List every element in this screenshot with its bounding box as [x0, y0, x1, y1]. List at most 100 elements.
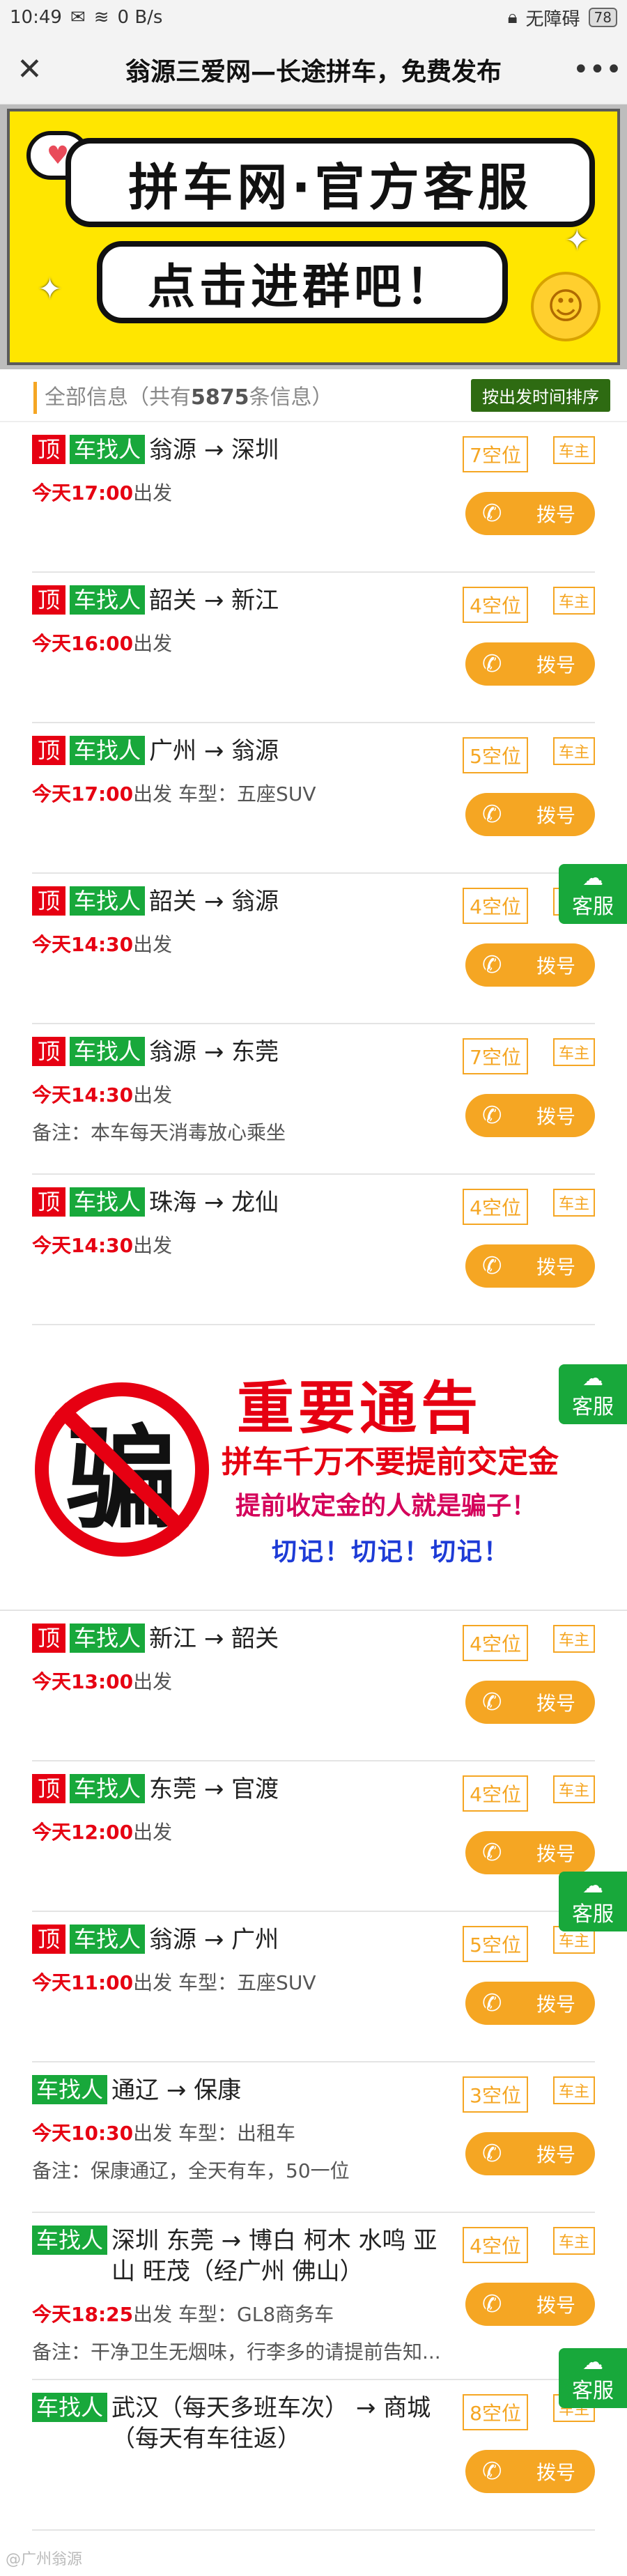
service-label: 客服: [572, 1902, 614, 1927]
dial-button[interactable]: ✆ 拨号: [465, 642, 595, 686]
ride-item[interactable]: 顶车找人 东莞 → 官渡 今天12:00出发 4空位 车主 ✆ 拨号: [32, 1761, 595, 1912]
phone-icon: ✆: [482, 1688, 502, 1716]
depart-time: 今天17:00: [32, 782, 134, 805]
top-badge: 顶: [32, 1925, 66, 1954]
sort-by-time-button[interactable]: 按出发时间排序: [471, 378, 610, 412]
depart-time: 今天12:00: [32, 1821, 134, 1844]
summary-suffix: 条信息）: [249, 385, 333, 410]
depart-suffix: 出发: [133, 782, 173, 805]
accessibility-label: 无障碍: [525, 8, 580, 30]
phone-icon: ✆: [482, 1252, 502, 1280]
dial-button[interactable]: ✆ 拨号: [465, 2283, 595, 2326]
route: 翁源 → 广州: [149, 1926, 279, 1954]
join-group-banner[interactable]: ♥ 拼车网·官方客服 点击进群吧！ ✦ ✦ ☺: [7, 109, 620, 365]
dial-button[interactable]: ✆ 拨号: [465, 2132, 595, 2175]
dial-button[interactable]: ✆ 拨号: [465, 1244, 595, 1288]
warning-title: 重要通告: [237, 1375, 483, 1442]
watermark: @广州翁源: [6, 2551, 83, 2568]
summary-text: 全部信息（共有5875条信息）: [45, 380, 333, 410]
wechat-icon: ☁: [582, 1366, 603, 1391]
ride-type-badge: 车找人: [70, 886, 146, 916]
service-label: 客服: [572, 1395, 614, 1419]
dial-label: 拨号: [536, 2294, 575, 2317]
ride-item[interactable]: 顶车找人 翁源 → 东莞 今天14:30出发 备注：本车每天消毒放心乘坐 7空位 车主 ✆ 拨…: [32, 1024, 595, 1175]
ride-item[interactable]: 顶车找人 广州 → 翁源 今天17:00出发 车型：五座SUV 5空位 车主 ✆ 拨号: [32, 723, 595, 874]
banner-top-text: 拼车网·官方客服: [65, 138, 595, 227]
owner-badge: 车主: [552, 1775, 595, 1803]
vehicle-type: 车型：五座SUV: [172, 1971, 316, 1994]
phone-icon: ✆: [482, 2458, 502, 2485]
route: 广州 → 翁源: [149, 737, 279, 765]
depart-suffix: 出发: [133, 1971, 173, 1994]
phone-icon: ✆: [482, 1989, 502, 2017]
status-bar: 10:49 ✉ ≋ 0 B/s 🔒︎ 无障碍 78: [0, 0, 627, 35]
ride-item[interactable]: 顶车找人 翁源 → 深圳 今天17:00出发 7空位 车主 ✆ 拨号: [32, 422, 595, 573]
route: 通辽 → 保康: [111, 2076, 242, 2104]
phone-icon: ✆: [482, 1102, 502, 1129]
phone-icon: ✆: [482, 1839, 502, 1867]
service-label: 客服: [572, 2379, 614, 2403]
lock-icon: 🔒︎: [507, 6, 518, 28]
ride-item[interactable]: 顶车找人 珠海 → 龙仙 今天14:30出发 4空位 车主 ✆ 拨号: [32, 1175, 595, 1325]
net-speed: 0 B/s: [117, 7, 163, 28]
dial-label: 拨号: [536, 1256, 575, 1279]
wechat-icon: ☁: [582, 1874, 603, 1898]
top-badge: 顶: [32, 585, 66, 615]
ride-item[interactable]: 车找人 深圳 东莞 → 博白 柯木 水鸣 亚山 旺茂（经广州 佛山） 今天18:25…: [32, 2213, 595, 2380]
status-left: 10:49 ✉ ≋ 0 B/s: [10, 7, 162, 28]
route: 翁源 → 东莞: [149, 1038, 279, 1066]
top-badge: 顶: [32, 1187, 66, 1217]
dial-label: 拨号: [536, 654, 575, 677]
dial-label: 拨号: [536, 1692, 575, 1715]
route: 新江 → 韶关: [149, 1625, 279, 1653]
banner-bottom-text: 点击进群吧！: [97, 241, 508, 323]
route: 深圳 东莞 → 博白 柯木 水鸣 亚山 旺茂（经广州 佛山）: [111, 2227, 438, 2285]
top-badge: 顶: [32, 435, 66, 464]
ride-type-badge: 车找人: [70, 1037, 146, 1066]
dial-button[interactable]: ✆ 拨号: [465, 793, 595, 836]
customer-service-button[interactable]: ☁ 客服: [559, 1872, 627, 1931]
depart-time: 今天14:30: [32, 1234, 134, 1257]
dial-button[interactable]: ✆ 拨号: [465, 1681, 595, 1724]
ride-item[interactable]: 顶车找人 韶关 → 新江 今天16:00出发 4空位 车主 ✆ 拨号: [32, 573, 595, 723]
dial-button[interactable]: ✆ 拨号: [465, 1831, 595, 1874]
customer-service-button[interactable]: ☁ 客服: [559, 2348, 627, 2408]
summary-prefix: 全部信息（共有: [45, 385, 191, 410]
dial-button[interactable]: ✆ 拨号: [465, 943, 595, 987]
ride-item[interactable]: 顶车找人韶关 → 翁源今天14:30出发4空位车主✆拨号: [32, 874, 595, 1024]
vehicle-type: 车型：GL8商务车: [172, 2303, 334, 2326]
customer-service-button[interactable]: ☁ 客服: [559, 864, 627, 924]
wechat-icon: ☁: [582, 866, 603, 890]
dial-button[interactable]: ✆ 拨号: [465, 1094, 595, 1137]
nav-bar: ✕ 翁源三爱网—长途拼车，免费发布 •••: [0, 35, 627, 105]
phone-icon: ✆: [482, 2290, 502, 2318]
ride-item[interactable]: 车找人 通辽 → 保康 今天10:30出发 车型：出租车 备注：保康通辽，全天有车，5…: [32, 2062, 595, 2213]
vehicle-type: 车型：出租车: [172, 2122, 296, 2145]
dial-label: 拨号: [536, 2461, 575, 2484]
owner-badge: 车主: [552, 587, 595, 615]
depart-suffix: 出发: [133, 933, 173, 956]
ride-note: 备注：干净卫生无烟味，行李多的请提前告知...: [32, 2340, 441, 2363]
ride-type-badge: 车找人: [70, 435, 146, 464]
seats-badge: 4空位: [463, 888, 528, 924]
seats-badge: 7空位: [463, 436, 528, 472]
ride-item[interactable]: 顶车找人 新江 → 韶关 今天13:00出发 4空位 车主 ✆ 拨号: [32, 1611, 595, 1761]
notification-icon: ✉: [70, 7, 86, 28]
owner-badge: 车主: [552, 1038, 595, 1066]
phone-icon: ✆: [482, 500, 502, 527]
seats-badge: 5空位: [463, 737, 528, 773]
ride-item[interactable]: 车找人 武汉（每天多班车次） → 商城（每天有车往返） 8空位 车主 ✆ 拨号: [32, 2380, 595, 2531]
customer-service-button[interactable]: ☁ 客服: [559, 1364, 627, 1424]
summary-count: 5875: [191, 385, 249, 410]
more-icon[interactable]: •••: [573, 54, 622, 86]
dial-button[interactable]: ✆ 拨号: [465, 492, 595, 535]
owner-badge: 车主: [552, 1189, 595, 1217]
ride-list: 顶车找人 翁源 → 深圳 今天17:00出发 7空位 车主 ✆ 拨号顶车找人 韶关 → 新江今…: [0, 422, 627, 1325]
dial-button[interactable]: ✆ 拨号: [465, 2450, 595, 2493]
dial-button[interactable]: ✆ 拨号: [465, 1982, 595, 2025]
ride-item[interactable]: 顶车找人 翁源 → 广州 今天11:00出发 车型：五座SUV 5空位 车主 ✆ 拨号: [32, 1912, 595, 2062]
close-icon[interactable]: ✕: [17, 52, 54, 87]
dial-label: 拨号: [536, 2143, 575, 2166]
route: 韶关 → 新江: [149, 587, 279, 615]
ride-type-badge: 车找人: [70, 585, 146, 615]
